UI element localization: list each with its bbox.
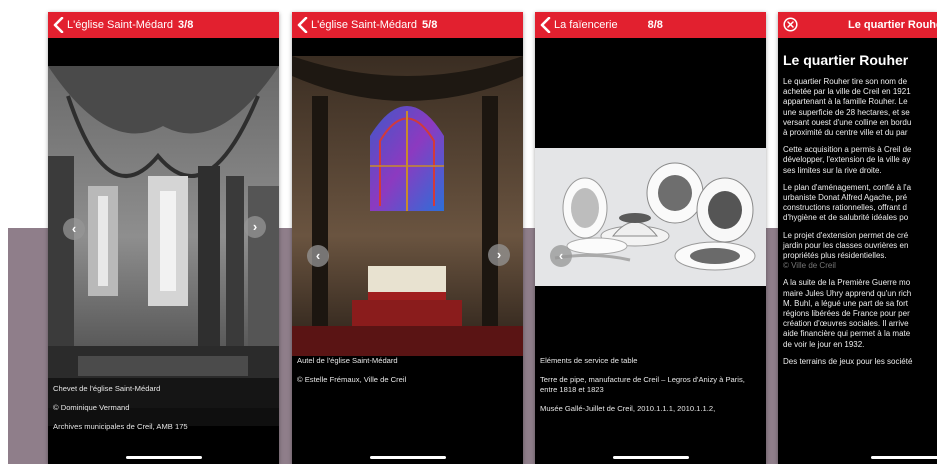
back-link[interactable]: La faïencerie 8/8 <box>554 18 663 32</box>
article-paragraph-6: Des terrains de jeux pour les société <box>783 357 937 367</box>
article-paragraph-2: Cette acquisition a permis à Creil de dé… <box>783 145 937 176</box>
caption-source: Archives municipales de Creil, AMB 175 <box>53 422 188 431</box>
image-counter: 8/8 <box>647 19 663 31</box>
text-line: Cette acquisition a permis à Creil de <box>783 145 912 155</box>
phone-screen-church-altar: L'église Saint-Médard 5/8 ‹ › Autel de l'… <box>292 12 523 464</box>
image-caption: Chevet de l'église Saint-Médard © Domini… <box>48 378 279 431</box>
image-caption: Autel de l'église Saint-Médard © Estelle… <box>292 350 523 392</box>
home-indicator[interactable] <box>871 456 937 459</box>
text-line: versant ouest d'une colline en bordu <box>783 117 912 127</box>
text-line: A la suite de la Première Guerre mo <box>783 278 911 288</box>
caption-credit: © Dominique Vermand <box>53 403 130 412</box>
text-line: à proximité du centre ville et du par <box>783 128 908 138</box>
article-paragraph-5: A la suite de la Première Guerre mo mair… <box>783 278 937 349</box>
caption-title: Eléments de service de table <box>540 356 638 365</box>
text-line: création d'œuvres sociales. Il arrive <box>783 319 909 329</box>
image-counter: 3/8 <box>178 19 194 31</box>
chevron-right-icon: › <box>252 219 258 234</box>
chevron-left-icon: ‹ <box>71 221 77 236</box>
article-heading: Le quartier Rouher <box>783 52 909 68</box>
text-line: appartenant à la famille Rouher. Le <box>783 97 908 107</box>
caption-source: Musée Gallé-Juillet de Creil, 2010.1.1.1… <box>540 404 716 413</box>
back-chevron-icon[interactable] <box>297 17 309 33</box>
church-altar-photo <box>292 56 523 356</box>
text-line: urbaniste Donat Alfred Agache, pré <box>783 193 908 203</box>
back-chevron-icon[interactable] <box>540 17 552 33</box>
text-line: de voir le jour en 1932. <box>783 339 865 349</box>
text-line: constructions rationnelles, offrant d <box>783 203 907 213</box>
text-line: M. Buhl, a légué une part de sa fort <box>783 298 908 308</box>
text-line: achetée par la ville de Creil en 1921 <box>783 87 911 97</box>
back-label: La faïencerie <box>554 19 618 31</box>
back-link[interactable]: L'église Saint-Médard 3/8 <box>67 18 193 32</box>
chevron-left-icon: ‹ <box>315 248 321 263</box>
caption-title: Autel de l'église Saint-Médard <box>297 356 398 365</box>
text-line: aide financière qui permet à la mate <box>783 329 911 339</box>
header-bar: L'église Saint-Médard 3/8 <box>48 12 279 38</box>
back-label: L'église Saint-Médard <box>311 19 418 31</box>
article-paragraph-4: Le projet d'extension permet de cré jard… <box>783 231 937 272</box>
article-paragraph-1: Le quartier Rouher tire son nom de achet… <box>783 77 937 138</box>
image-counter: 5/8 <box>422 19 438 31</box>
chevron-right-icon: › <box>496 247 502 262</box>
caption-description: Terre de pipe, manufacture de Creil – Le… <box>540 375 745 394</box>
text-line: développer, l'extension de la ville ay <box>783 155 911 165</box>
back-label: L'église Saint-Médard <box>67 19 174 31</box>
home-indicator[interactable] <box>125 456 202 459</box>
article-body: Le quartier Rouher Le quartier Rouher ti… <box>783 52 937 374</box>
image-caption: Eléments de service de table Terre de pi… <box>535 350 766 420</box>
text-line: une superficie de 28 hectares, et se <box>783 107 910 117</box>
next-image-button[interactable]: › <box>488 244 510 266</box>
text-line: maire Jules Uhry apprend qu'un rich <box>783 288 912 298</box>
text-line: d'hygiène et de salubrité idéales po <box>783 213 909 223</box>
header-bar: L'église Saint-Médard 5/8 <box>292 12 523 38</box>
back-chevron-icon[interactable] <box>53 17 65 33</box>
next-image-button[interactable]: › <box>244 216 266 238</box>
article-paragraph-3: Le plan d'aménagement, confié à l'a urba… <box>783 183 937 224</box>
text-line: propriétés plus résidentielles. <box>783 251 887 261</box>
header-bar: Le quartier Rouher <box>778 12 937 38</box>
text-line: Des terrains de jeux pour les société <box>783 356 913 366</box>
phone-screen-church-apse: L'église Saint-Médard 3/8 ‹ › Chevet de l… <box>48 12 279 464</box>
caption-title: Chevet de l'église Saint-Médard <box>53 384 161 393</box>
text-line: jardin pour les classes ouvrières en <box>783 240 909 250</box>
article-header-title: Le quartier Rouher <box>848 19 937 31</box>
text-line: Le quartier Rouher tire son nom de <box>783 77 908 86</box>
previous-image-button[interactable]: ‹ <box>550 245 572 267</box>
phone-screen-article: Le quartier Rouher Le quartier Rouher Le… <box>778 12 937 464</box>
header-bar: La faïencerie 8/8 <box>535 12 766 38</box>
close-button[interactable] <box>783 17 798 32</box>
home-indicator[interactable] <box>612 456 689 459</box>
previous-image-button[interactable]: ‹ <box>307 245 329 267</box>
previous-image-button[interactable]: ‹ <box>63 218 85 240</box>
phone-screen-faience: La faïencerie 8/8 ‹ Eléments de service d… <box>535 12 766 464</box>
church-apse-photo <box>48 66 279 408</box>
faint-note: © Ville de Creil <box>783 261 836 271</box>
caption-credit: © Estelle Frémaux, Ville de Creil <box>297 375 407 384</box>
text-line: Le projet d'extension permet de cré <box>783 230 909 240</box>
chevron-left-icon: ‹ <box>558 248 564 263</box>
text-line: régions libérées de France pour per <box>783 309 910 319</box>
home-indicator[interactable] <box>369 456 446 459</box>
tableware-photo <box>535 148 766 286</box>
back-link[interactable]: L'église Saint-Médard 5/8 <box>311 18 437 32</box>
text-line: ses limites sur la rive droite. <box>783 165 882 175</box>
text-line: Le plan d'aménagement, confié à l'a <box>783 182 912 192</box>
